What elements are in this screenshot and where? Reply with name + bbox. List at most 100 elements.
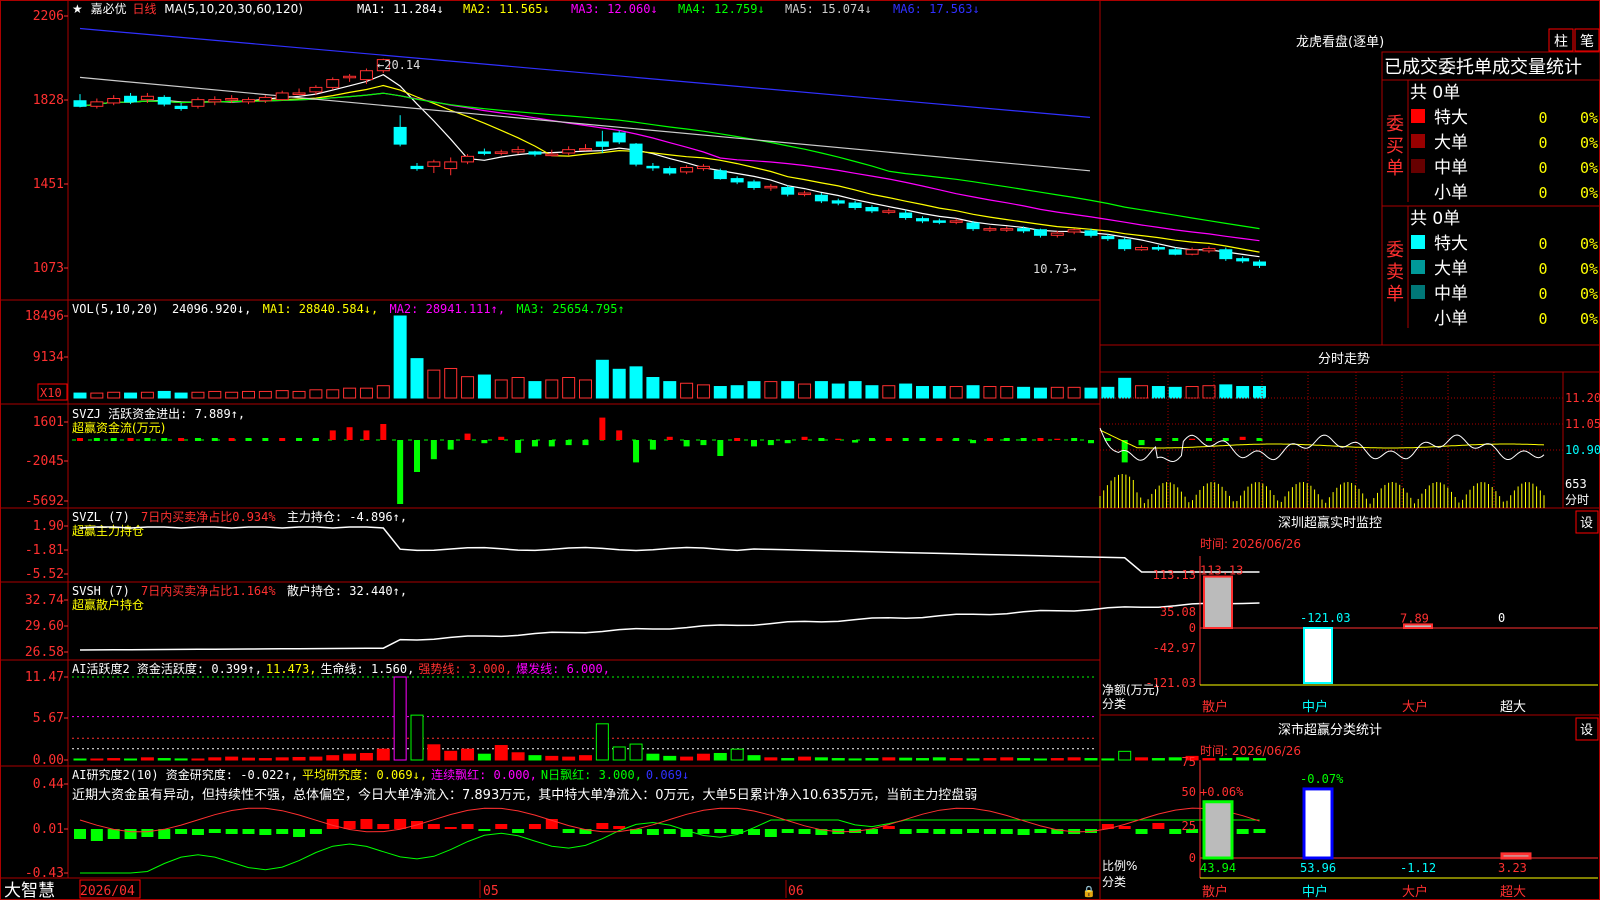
activity-bar [612, 746, 626, 761]
activity-bar [730, 748, 744, 761]
ratio-tick: 0 [1189, 851, 1196, 865]
ma30-line [79, 92, 1260, 230]
monitor-tick: 113.13 [1153, 568, 1196, 582]
net-bar [1303, 627, 1333, 684]
activity-bar [1033, 758, 1047, 761]
candle-body [680, 166, 694, 173]
volume-legend: VOL(5,10,20) 24096.920↓, MA1: 28840.584↓… [72, 302, 625, 316]
research-bar [1000, 829, 1013, 834]
order-percent: 0% [1580, 184, 1598, 202]
volume-bar [831, 383, 845, 399]
row-color-icon [1411, 260, 1425, 274]
research-bar [90, 829, 103, 841]
svzj-tick: 1601 [33, 415, 64, 430]
favorite-star-icon[interactable]: ★ [72, 2, 83, 16]
ratio-ylabel: 比例% [1102, 859, 1137, 873]
period-label[interactable]: 日线 [132, 2, 156, 16]
side-label: 单 [1386, 284, 1404, 305]
activity-bar [1219, 758, 1233, 761]
volume-bar [882, 385, 896, 399]
candle-body [1151, 247, 1165, 250]
activity-bar [1236, 757, 1250, 761]
order-type: 大单 [1434, 133, 1468, 153]
price-tick: 1828 [33, 93, 64, 108]
svzj-axis: 1601 -2045 -5692 [25, 415, 68, 509]
order-stat-tab[interactable]: 已成交委托单成交量统计 [1384, 57, 1582, 78]
low-annotation: 10.73→ [1033, 262, 1076, 276]
activity-bar [1168, 757, 1182, 761]
activity-bar [848, 758, 862, 761]
row-color-icon [1411, 109, 1425, 123]
volume-bar [427, 369, 441, 399]
flow-bar [430, 440, 437, 460]
activity-bar [983, 758, 997, 761]
svg-text:★ 嘉必优 日线 MA(5,10,2: ★ 嘉必优 日线 MA(5,10,20,30,60,120) [72, 2, 303, 16]
activity-bar [477, 753, 491, 761]
stock-name: 嘉必优 [91, 2, 127, 16]
order-count: 0 [1538, 134, 1547, 152]
research-bar [1135, 829, 1148, 834]
flow-bar [515, 440, 522, 453]
ai2-title-part: 0.069↓ [646, 768, 689, 782]
category-label: 散户 [1202, 699, 1228, 715]
flow-bar [649, 440, 656, 450]
candle-body [1135, 247, 1149, 251]
activity-bar [1067, 757, 1081, 761]
ai2-title-part: AI研究度2(10) 资金研究度: -0.022↑, [72, 767, 298, 782]
volume-bar [292, 390, 306, 399]
activity-bar [208, 757, 222, 761]
research-bar [663, 829, 676, 834]
volume-bar [545, 379, 559, 399]
flow-bar [683, 440, 690, 447]
activity-bar [764, 757, 778, 761]
ai1-tick: 5.67 [33, 711, 64, 726]
volume-bar [949, 386, 963, 399]
svzj-title: SVZJ 活跃资金进出: 7.889↑, [72, 406, 245, 421]
row-color-icon [1411, 134, 1425, 148]
ma-value-3: MA3: 12.060↓ [571, 2, 658, 16]
candle-body [798, 192, 812, 196]
activity-bar [916, 758, 929, 761]
order-count: 0 [1538, 260, 1547, 278]
svsh-tick: 32.74 [25, 593, 64, 608]
order-type: 中单 [1434, 284, 1468, 304]
order-percent: 0% [1580, 260, 1598, 278]
volume-bar [477, 374, 491, 399]
monitor-title: 深圳超赢实时监控 [1278, 515, 1382, 531]
candle-body [309, 86, 323, 93]
research-bar [360, 819, 373, 829]
research-bar [444, 827, 457, 829]
activity-bar [528, 755, 542, 761]
research-bar [259, 829, 272, 835]
flow-bar [818, 438, 825, 441]
flow-bar [178, 438, 185, 441]
activity-bar [882, 757, 896, 761]
research-bar [394, 819, 407, 829]
volume-bar [916, 386, 929, 399]
candle-body [292, 92, 306, 95]
activity-bar [1202, 758, 1216, 761]
research-bar [309, 829, 322, 834]
volume-bar [1151, 386, 1165, 399]
svg-text:设: 设 [1580, 723, 1593, 738]
activity-bar [376, 748, 390, 761]
volume-bar [157, 390, 171, 399]
candle-body [225, 98, 239, 101]
candle-body [477, 151, 491, 154]
candle-body [983, 228, 997, 231]
intraday-tick: 10.90 [1565, 443, 1600, 457]
activity-bar [343, 753, 357, 761]
price-tick: 1073 [33, 261, 64, 276]
volume-axis: 18496 9134 [25, 309, 68, 365]
price-axis: 2206 1828 1451 1073 [33, 9, 68, 276]
lock-icon[interactable]: 🔒 [1082, 885, 1096, 898]
flow-bar [110, 438, 117, 441]
ratio-value: -1.12 [1400, 861, 1436, 875]
research-bar [899, 829, 912, 834]
volume-bar [1202, 385, 1216, 399]
flow-bar [127, 438, 134, 441]
volume-bar [848, 381, 862, 399]
research-bar [781, 829, 794, 833]
activity-bar [140, 757, 154, 761]
flow-bar [835, 438, 842, 440]
